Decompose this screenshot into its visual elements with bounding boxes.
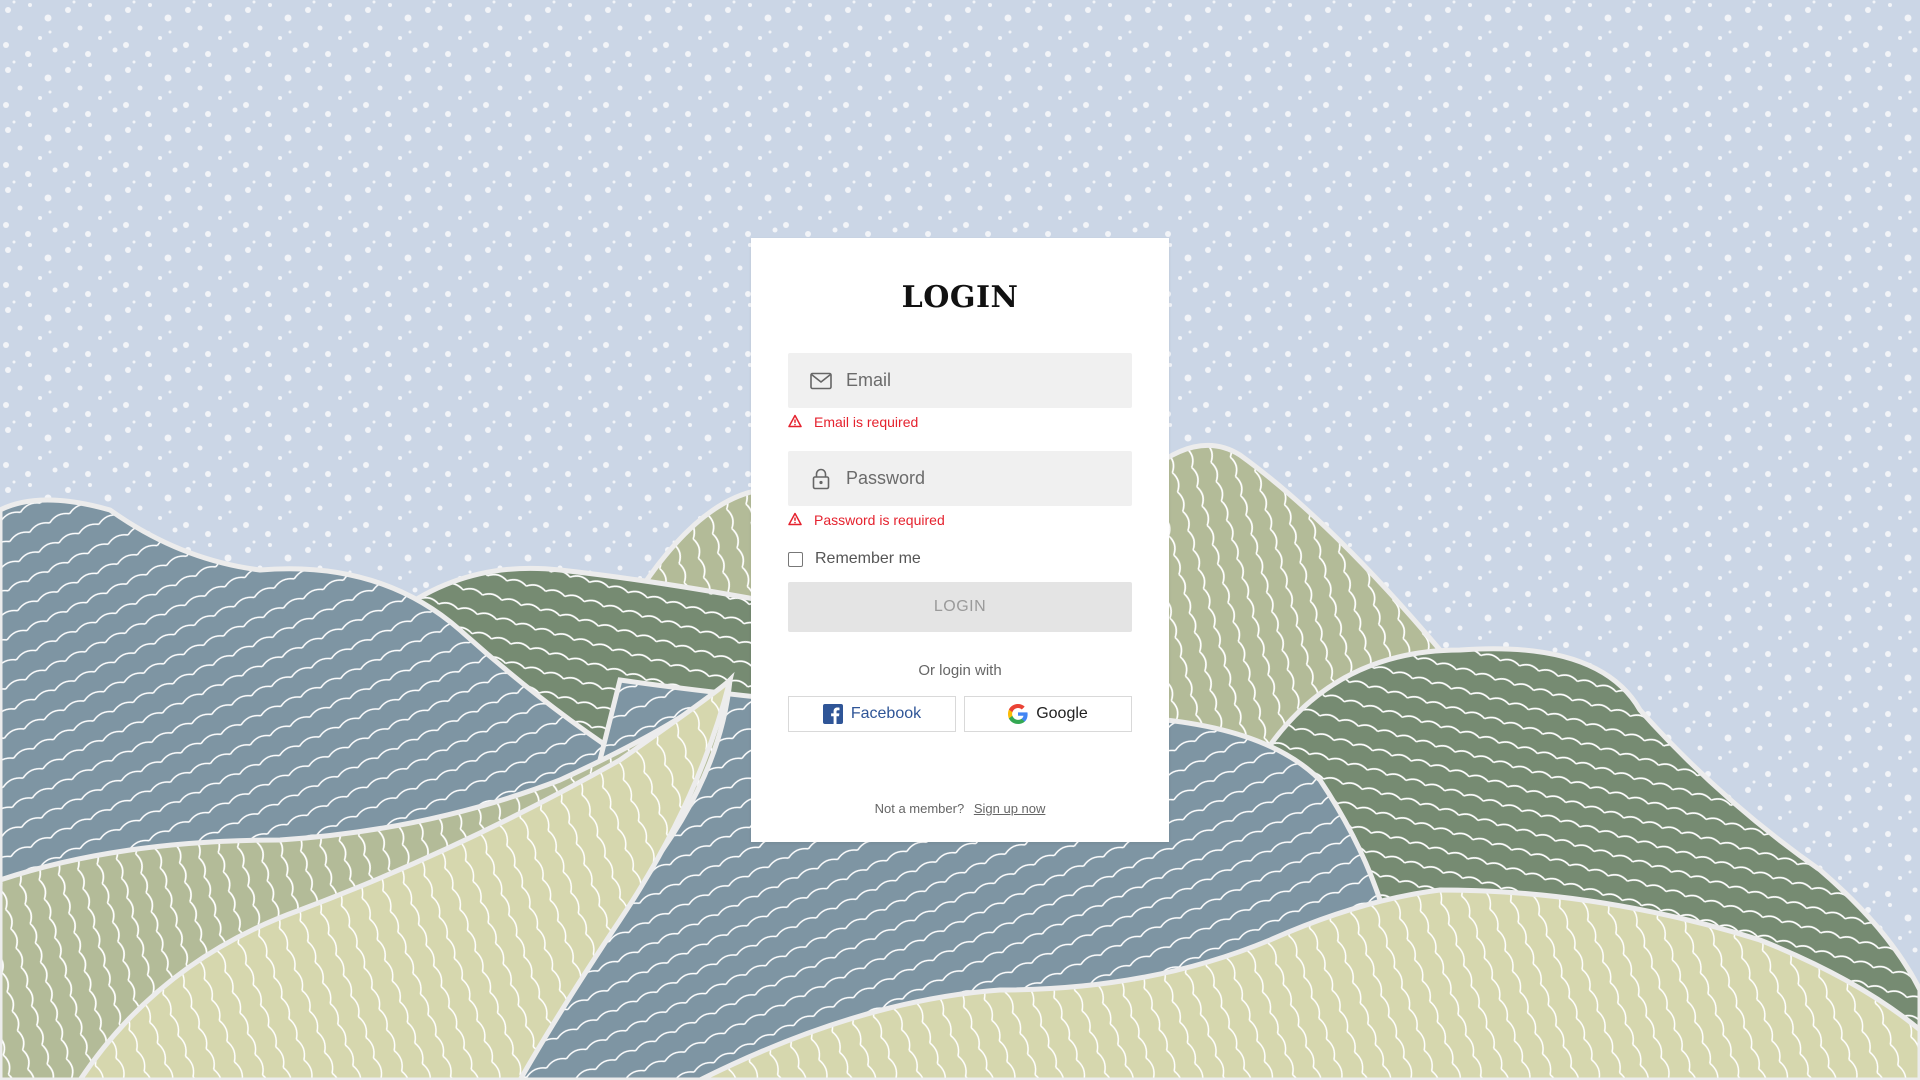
signup-prompt-text: Not a member? [874, 801, 965, 816]
email-field[interactable] [788, 353, 1132, 408]
login-card: LOGIN Email is required [751, 238, 1169, 842]
page-title: LOGIN [901, 280, 1019, 315]
password-input[interactable] [844, 457, 1118, 500]
email-input[interactable] [844, 359, 1118, 402]
signup-link[interactable]: Sign up now [974, 801, 1046, 816]
password-field[interactable] [788, 451, 1132, 506]
warning-icon [788, 512, 804, 528]
social-prompt: Or login with [918, 662, 1002, 679]
google-label: Google [1036, 705, 1088, 722]
login-button[interactable]: LOGIN [788, 582, 1132, 632]
warning-icon [788, 414, 804, 430]
google-icon [1008, 704, 1028, 724]
remember-me-label: Remember me [815, 550, 921, 567]
facebook-icon [822, 704, 843, 724]
password-error-text: Password is required [814, 512, 945, 528]
email-error: Email is required [788, 414, 918, 430]
remember-me-checkbox[interactable] [788, 551, 803, 567]
mail-icon [808, 368, 834, 394]
remember-me[interactable]: Remember me [788, 550, 921, 568]
lock-icon [808, 466, 834, 492]
facebook-label: Facebook [850, 705, 922, 722]
google-login-button[interactable]: Google [964, 696, 1132, 732]
password-error: Password is required [788, 512, 945, 528]
facebook-login-button[interactable]: Facebook [788, 696, 956, 732]
signup-prompt: Not a member? Sign up now [751, 801, 1169, 816]
email-error-text: Email is required [814, 414, 919, 430]
